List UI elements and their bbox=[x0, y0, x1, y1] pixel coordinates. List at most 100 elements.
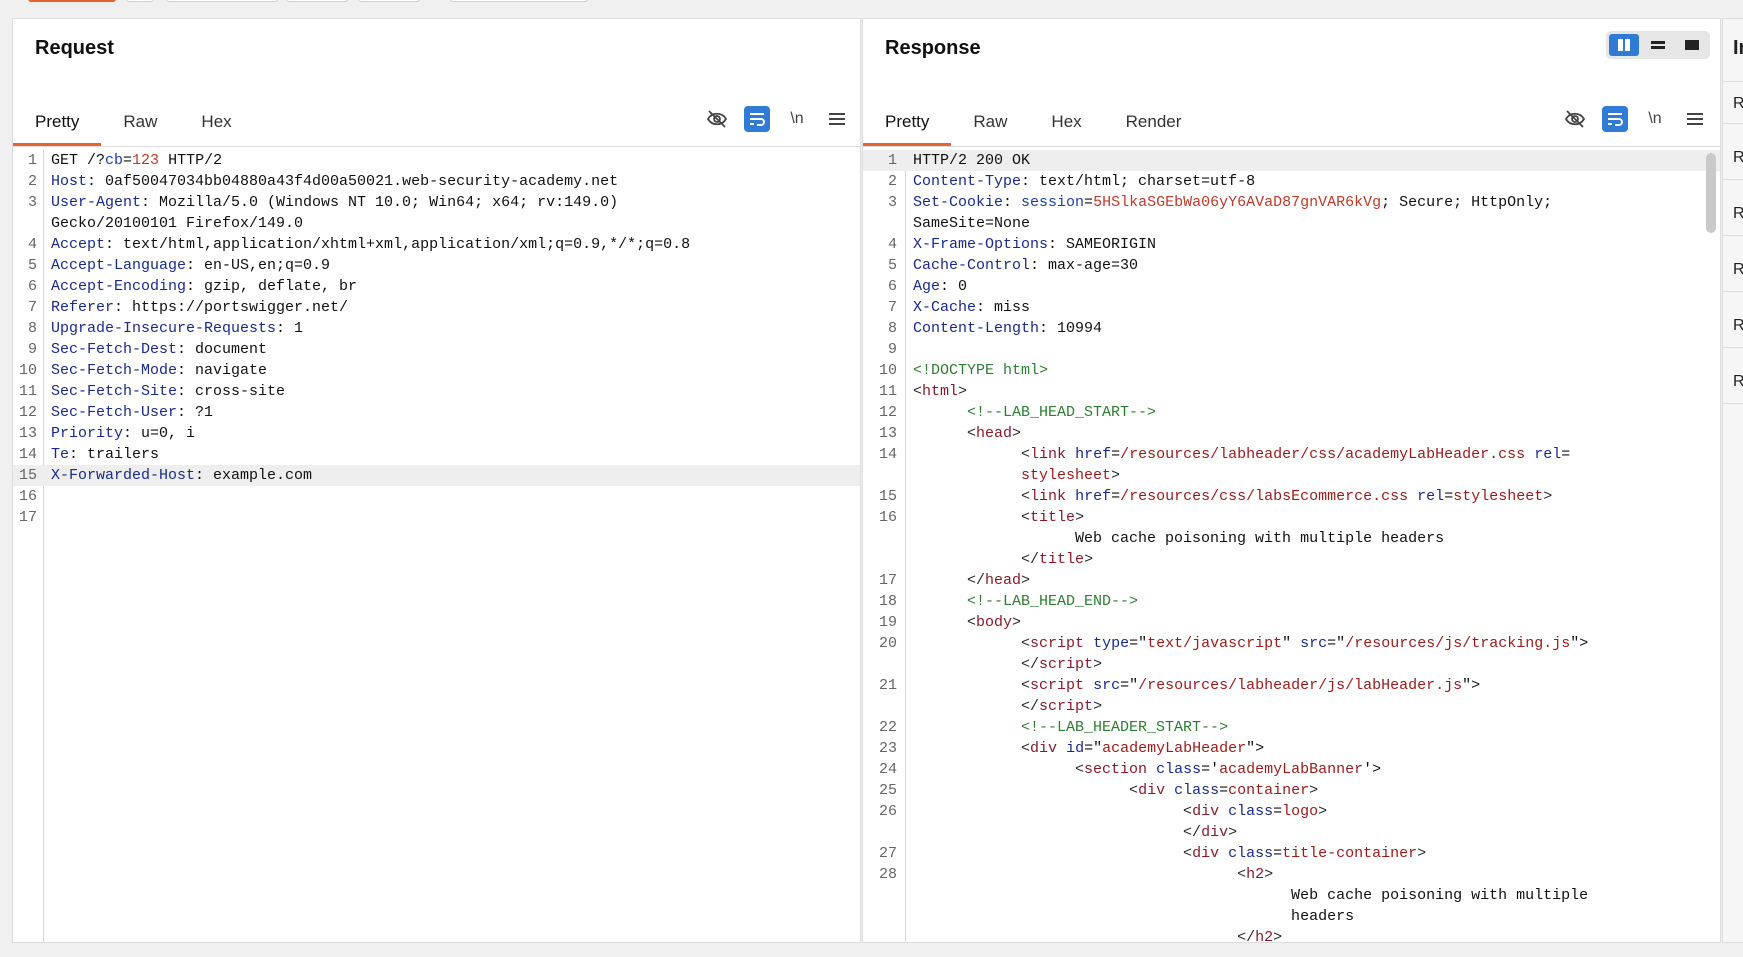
line-text: <!--LAB_HEAD_END--> bbox=[913, 591, 1138, 612]
code-token: HTTP/2 200 OK bbox=[913, 152, 1031, 169]
line-text: <section class='academyLabBanner'> bbox=[913, 759, 1381, 780]
code-token: head bbox=[976, 425, 1013, 442]
line-number: 3 bbox=[27, 194, 37, 211]
code-token: : cross-site bbox=[177, 383, 286, 400]
code-token: : max-age=30 bbox=[1030, 257, 1139, 274]
code-token: "> bbox=[1570, 635, 1589, 652]
eye-off-icon[interactable] bbox=[704, 106, 730, 132]
response-editor[interactable]: 1 HTTP/2 200 OK 2 Content-Type: text/html; … bbox=[863, 150, 1720, 946]
line-number: 8 bbox=[887, 320, 897, 337]
code-line: 16 <title> bbox=[863, 507, 1720, 528]
response-panel: Response Pretty Raw Hex Render \n 1 HTTP/… bbox=[862, 18, 1721, 946]
code-token: academyLabHeader bbox=[1102, 740, 1247, 757]
line-text: Priority: u=0, i bbox=[51, 423, 195, 444]
hamburger-menu-icon[interactable] bbox=[824, 106, 850, 132]
inspector-section[interactable]: Re bbox=[1733, 149, 1743, 167]
line-number: 19 bbox=[878, 614, 897, 631]
code-line: 11 <html> bbox=[863, 381, 1720, 402]
line-text: Content-Type: text/html; charset=utf-8 bbox=[913, 171, 1255, 192]
code-token: class bbox=[1228, 803, 1274, 820]
code-token: : u=0, i bbox=[123, 425, 196, 442]
inspector-section[interactable]: Re bbox=[1733, 317, 1743, 335]
newline-toggle-icon[interactable]: \n bbox=[784, 106, 810, 132]
newline-toggle-icon[interactable]: \n bbox=[1642, 106, 1668, 132]
line-number: 13 bbox=[18, 425, 37, 442]
tab-raw[interactable]: Raw bbox=[101, 89, 179, 147]
target-field[interactable] bbox=[450, 0, 588, 2]
code-token: < bbox=[1021, 446, 1031, 463]
line-text: X-Frame-Options: SAMEORIGIN bbox=[913, 234, 1156, 255]
inspector-section[interactable]: Re bbox=[1733, 95, 1743, 113]
tab-pretty[interactable]: Pretty bbox=[13, 89, 102, 147]
line-number: 25 bbox=[878, 782, 897, 799]
cancel-button[interactable] bbox=[126, 0, 154, 2]
line-text: SameSite=None bbox=[913, 213, 1030, 234]
code-token: > bbox=[1021, 572, 1031, 589]
split-horizontal-layout-icon[interactable] bbox=[1609, 34, 1639, 56]
code-line: 4 Accept: text/html,application/xhtml+xml… bbox=[13, 234, 860, 255]
line-text: <div id="academyLabHeader"> bbox=[913, 738, 1264, 759]
line-number: 13 bbox=[878, 425, 897, 442]
tab-hex[interactable]: Hex bbox=[179, 89, 253, 147]
inspector-section[interactable]: Re bbox=[1733, 205, 1743, 223]
tab-render[interactable]: Render bbox=[1104, 89, 1204, 147]
vertical-scrollbar[interactable] bbox=[1706, 153, 1716, 233]
word-wrap-icon[interactable] bbox=[1602, 106, 1628, 132]
line-number: 22 bbox=[878, 719, 897, 736]
code-token: > bbox=[1093, 698, 1103, 715]
code-line: 14 <link href=/resources/labheader/css/a… bbox=[863, 444, 1720, 465]
send-button[interactable] bbox=[28, 0, 116, 2]
inspector-section[interactable]: Re bbox=[1733, 261, 1743, 279]
code-line: Web cache poisoning with multiple bbox=[863, 885, 1720, 906]
code-token: /resources/labheader/css/academyLabHeade… bbox=[1120, 446, 1526, 463]
history-forward-button[interactable] bbox=[286, 0, 348, 2]
line-text: <head> bbox=[913, 423, 1021, 444]
target-button[interactable] bbox=[358, 0, 420, 2]
tab-hex[interactable]: Hex bbox=[1029, 89, 1103, 147]
code-token: < bbox=[967, 614, 977, 631]
code-token: academyLabBanner bbox=[1219, 761, 1364, 778]
code-token: Age bbox=[913, 278, 941, 295]
code-token: = bbox=[1111, 488, 1121, 505]
eye-off-icon[interactable] bbox=[1562, 106, 1588, 132]
line-text: </script> bbox=[913, 696, 1102, 717]
code-line: 3 Set-Cookie: session=5HSlkaSGEbWa06yY6AV… bbox=[863, 192, 1720, 213]
hamburger-menu-icon[interactable] bbox=[1682, 106, 1708, 132]
code-line: 26 <div class=logo> bbox=[863, 801, 1720, 822]
history-back-button[interactable] bbox=[166, 0, 278, 2]
tab-raw[interactable]: Raw bbox=[951, 89, 1029, 147]
line-text: X-Cache: miss bbox=[913, 297, 1030, 318]
line-text: </title> bbox=[913, 549, 1093, 570]
code-token: script bbox=[1039, 656, 1094, 673]
split-vertical-layout-icon[interactable] bbox=[1643, 34, 1673, 56]
code-token: < bbox=[967, 425, 977, 442]
code-line: 1 GET /?cb=123 HTTP/2 bbox=[13, 150, 860, 171]
code-token: class bbox=[1174, 782, 1220, 799]
code-token: < bbox=[1021, 740, 1031, 757]
line-text: </h2> bbox=[913, 927, 1282, 948]
line-text: <link href=/resources/css/labsEcommerce.… bbox=[913, 486, 1552, 507]
code-line: 7 Referer: https://portswigger.net/ bbox=[13, 297, 860, 318]
code-token: html bbox=[922, 383, 959, 400]
line-number: 7 bbox=[27, 299, 37, 316]
tabbed-layout-icon[interactable] bbox=[1677, 34, 1707, 56]
word-wrap-icon[interactable] bbox=[744, 106, 770, 132]
code-token: < bbox=[913, 383, 923, 400]
line-number: 9 bbox=[27, 341, 37, 358]
request-editor[interactable]: 1 GET /?cb=123 HTTP/2 2 Host: 0af50047034bb… bbox=[13, 150, 860, 942]
code-token: > bbox=[1075, 509, 1085, 526]
inspector-section[interactable]: Re bbox=[1733, 373, 1743, 391]
code-line: stylesheet> bbox=[863, 465, 1720, 486]
code-token: Host bbox=[51, 173, 88, 190]
code-token: <!--LAB_HEAD_START--> bbox=[967, 404, 1157, 421]
code-token: = bbox=[123, 152, 133, 169]
tab-pretty[interactable]: Pretty bbox=[863, 89, 952, 147]
line-number: 15 bbox=[18, 467, 37, 484]
